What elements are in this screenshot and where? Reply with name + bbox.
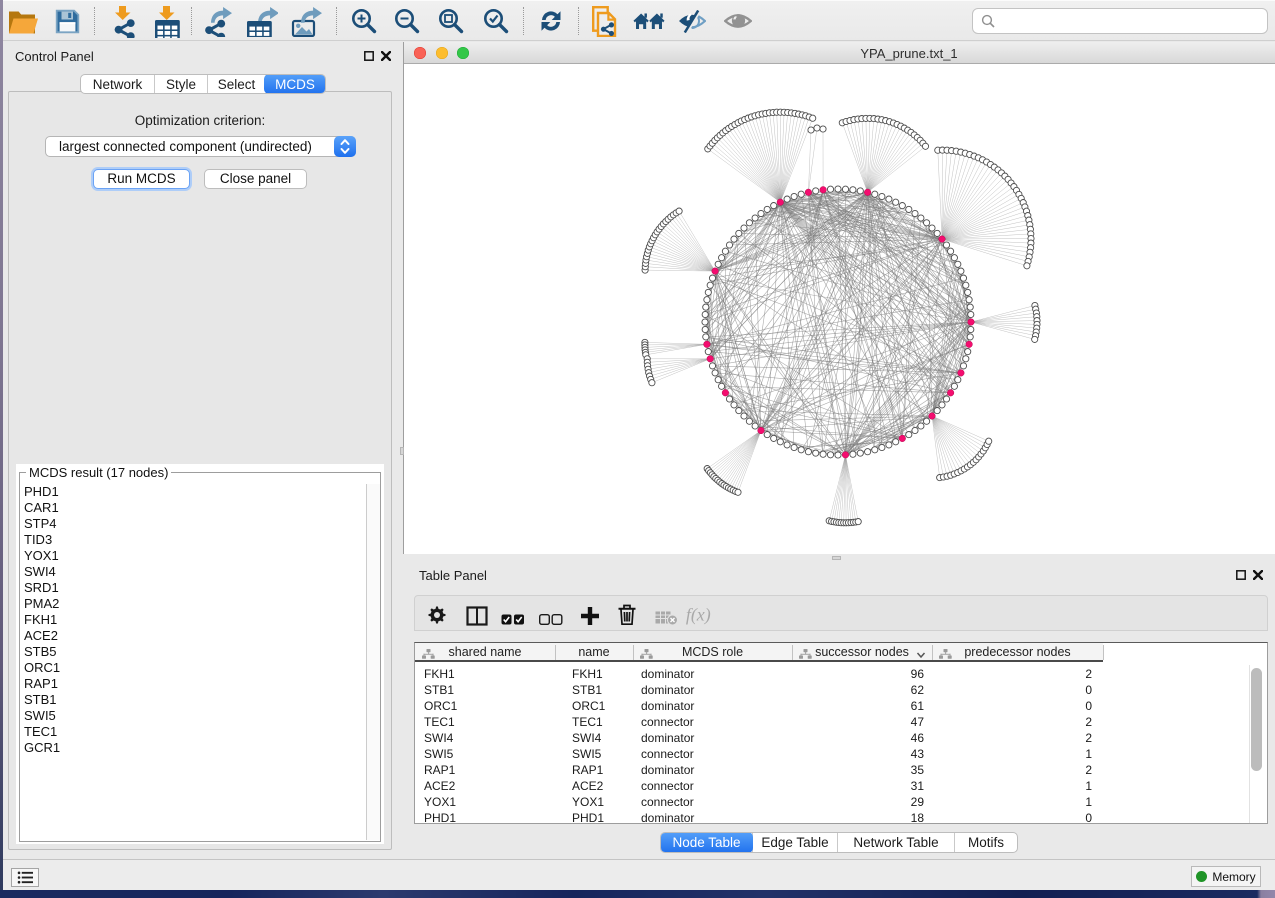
svg-text:f(x): f(x) (686, 605, 711, 626)
